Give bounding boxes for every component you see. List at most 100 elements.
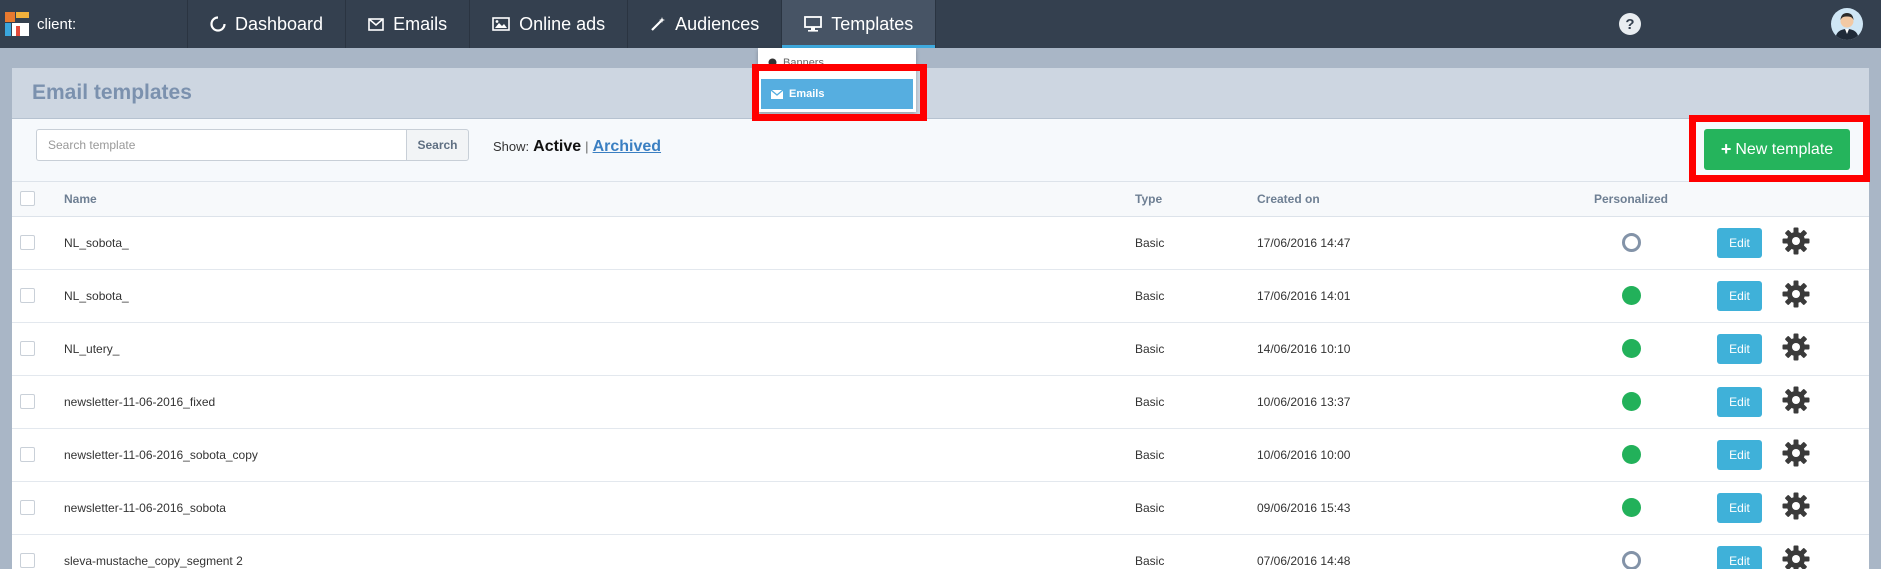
edit-button[interactable]: Edit: [1717, 492, 1762, 523]
actions-cell: Edit: [1709, 428, 1869, 482]
personalized-cell: [1563, 322, 1709, 376]
help-icon[interactable]: ?: [1619, 13, 1641, 35]
gear-icon[interactable]: [1781, 544, 1811, 569]
row-checkbox[interactable]: [20, 447, 35, 463]
edit-button[interactable]: Edit: [1717, 545, 1762, 569]
header-name[interactable]: Name: [64, 182, 1135, 217]
row-checkbox-cell: [12, 269, 64, 323]
gear-icon[interactable]: [1781, 385, 1811, 418]
filter-separator: |: [585, 139, 589, 154]
personalized-indicator: [1621, 392, 1641, 411]
header-type[interactable]: Type: [1135, 182, 1257, 217]
template-name: newsletter-11-06-2016_sobota_copy: [64, 428, 1135, 482]
row-checkbox[interactable]: [20, 288, 35, 304]
nav-audiences[interactable]: Audiences: [628, 0, 783, 48]
nav-templates[interactable]: Templates: [782, 0, 937, 48]
template-name: sleva-mustache_copy_segment 2: [64, 534, 1135, 569]
row-checkbox-cell: [12, 216, 64, 270]
personalized-indicator: [1621, 551, 1641, 569]
search-button[interactable]: Search: [406, 129, 469, 161]
actions-cell: Edit: [1709, 216, 1869, 270]
template-type: Basic: [1135, 428, 1257, 482]
header-actions: [1709, 182, 1869, 217]
table-header-row: Name Type Created on Personalized: [12, 182, 1869, 217]
row-checkbox-cell: [12, 481, 64, 535]
nav-audiences-label: Audiences: [675, 13, 760, 34]
edit-button[interactable]: Edit: [1717, 333, 1762, 364]
actions-cell: Edit: [1709, 375, 1869, 429]
table-body: NL_sobota_ Basic 17/06/2016 14:47 Edit N…: [12, 216, 1869, 569]
search-input[interactable]: [36, 129, 407, 161]
panel-header: Email templates: [12, 68, 1869, 119]
dropdown-item-emails-label: Emails: [789, 88, 825, 100]
dropdown-item-banners[interactable]: Banners: [758, 50, 916, 75]
edit-button[interactable]: Edit: [1717, 386, 1762, 417]
row-checkbox[interactable]: [20, 394, 35, 410]
template-created: 09/06/2016 15:43: [1257, 481, 1563, 535]
table-row: sleva-mustache_copy_segment 2 Basic 07/0…: [12, 534, 1869, 569]
image-icon: [492, 17, 510, 31]
filter-archived-link[interactable]: Archived: [593, 138, 661, 156]
nav-templates-label: Templates: [831, 13, 914, 34]
gear-icon[interactable]: [1781, 491, 1811, 524]
new-template-label: New template: [1735, 140, 1834, 158]
row-checkbox[interactable]: [20, 553, 35, 569]
table-row: NL_sobota_ Basic 17/06/2016 14:01 Edit: [12, 269, 1869, 323]
magic-wand-icon: [650, 16, 666, 32]
dot-icon: [768, 58, 777, 67]
show-filter: Show: Active | Archived: [493, 138, 661, 156]
template-name: NL_sobota_: [64, 216, 1135, 270]
gear-icon[interactable]: [1781, 226, 1811, 259]
header-personalized[interactable]: Personalized: [1563, 182, 1709, 217]
personalized-indicator: [1621, 233, 1641, 252]
template-name: NL_utery_: [64, 322, 1135, 376]
personalized-indicator: [1621, 445, 1641, 464]
row-checkbox[interactable]: [20, 341, 35, 357]
row-checkbox[interactable]: [20, 235, 35, 251]
row-checkbox-cell: [12, 534, 64, 569]
filter-active[interactable]: Active: [533, 138, 581, 156]
row-checkbox[interactable]: [20, 500, 35, 516]
new-template-button[interactable]: + New template: [1704, 129, 1850, 170]
template-created: 14/06/2016 10:10: [1257, 322, 1563, 376]
template-created: 07/06/2016 14:48: [1257, 534, 1563, 569]
envelope-icon: [368, 17, 384, 31]
gear-icon[interactable]: [1781, 279, 1811, 312]
header-created[interactable]: Created on: [1257, 182, 1563, 217]
row-checkbox-cell: [12, 428, 64, 482]
logo: [5, 12, 29, 36]
template-created: 17/06/2016 14:47: [1257, 216, 1563, 270]
templates-table: Name Type Created on Personalized NL_sob…: [12, 182, 1869, 569]
nav-dashboard-label: Dashboard: [235, 13, 324, 34]
loading-circle-icon: [210, 16, 226, 32]
show-label: Show:: [493, 139, 530, 154]
envelope-icon: [771, 89, 783, 99]
template-name: newsletter-11-06-2016_fixed: [64, 375, 1135, 429]
plus-icon: +: [1720, 139, 1732, 159]
actions-cell: Edit: [1709, 269, 1869, 323]
edit-button[interactable]: Edit: [1717, 227, 1762, 258]
gear-icon[interactable]: [1781, 438, 1811, 471]
personalized-cell: [1563, 269, 1709, 323]
edit-button[interactable]: Edit: [1717, 439, 1762, 470]
toolbar: Search Show: Active | Archived + New tem…: [12, 119, 1869, 182]
client-label: client:: [37, 15, 77, 33]
table-row: newsletter-11-06-2016_sobota_copy Basic …: [12, 428, 1869, 482]
monitor-icon: [804, 16, 823, 32]
row-checkbox-cell: [12, 322, 64, 376]
dropdown-item-emails[interactable]: Emails: [761, 79, 913, 109]
templates-dropdown: Banners Emails: [758, 48, 916, 112]
nav-dashboard[interactable]: Dashboard: [188, 0, 347, 48]
nav-online-ads[interactable]: Online ads: [470, 0, 629, 48]
select-all-checkbox[interactable]: [20, 191, 35, 207]
edit-button[interactable]: Edit: [1717, 280, 1762, 311]
nav-emails[interactable]: Emails: [346, 0, 471, 48]
select-all-cell: [12, 182, 64, 217]
user-avatar[interactable]: [1831, 8, 1863, 40]
actions-cell: Edit: [1709, 534, 1869, 569]
gear-icon[interactable]: [1781, 332, 1811, 365]
row-checkbox-cell: [12, 375, 64, 429]
template-created: 10/06/2016 13:37: [1257, 375, 1563, 429]
brand[interactable]: client:: [0, 0, 188, 48]
